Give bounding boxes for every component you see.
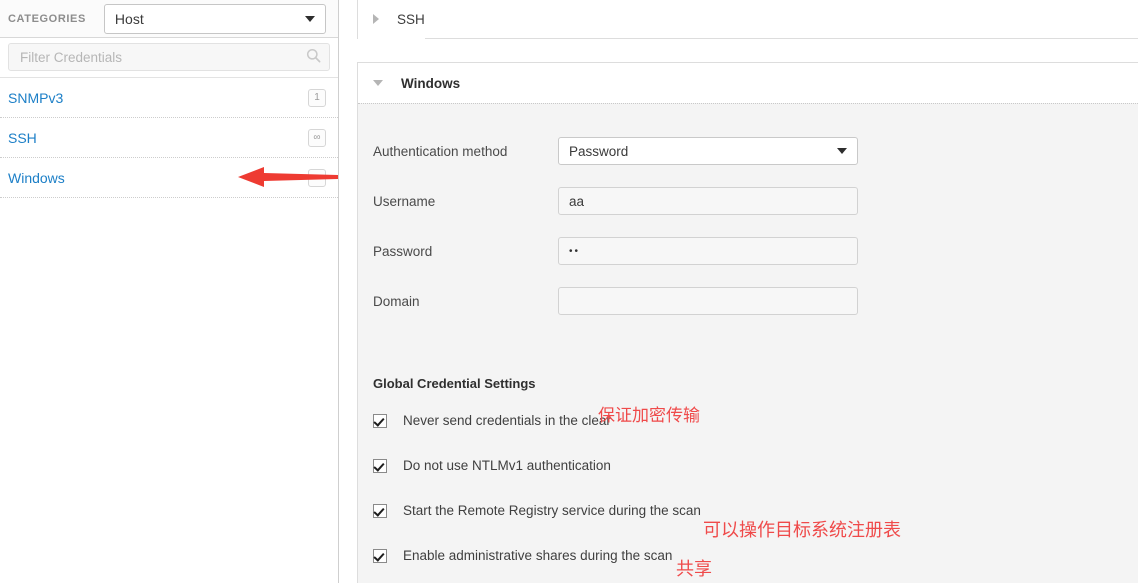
credentials-sidebar: CATEGORIES Host Filter Credentials SNMPv… — [0, 0, 339, 583]
panel-ssh-title: SSH — [397, 11, 425, 27]
credential-row-windows[interactable]: Windows ∞ — [0, 158, 338, 198]
panel-windows-header[interactable]: Windows — [358, 63, 1138, 103]
authentication-method-value: Password — [569, 143, 629, 159]
username-input[interactable]: aa — [558, 187, 858, 215]
filter-credentials-placeholder: Filter Credentials — [20, 49, 123, 65]
category-select[interactable]: Host — [103, 3, 326, 34]
row-password: Password •• — [358, 226, 1138, 276]
panel-windows: Windows Authentication method Password U… — [357, 62, 1138, 583]
credential-count-badge: ∞ — [308, 128, 326, 147]
credential-name[interactable]: SNMPv3 — [8, 90, 308, 106]
row-username: Username aa — [358, 176, 1138, 226]
option-label: Start the Remote Registry service during… — [403, 503, 701, 518]
row-authentication-method: Authentication method Password — [358, 126, 1138, 176]
credential-settings-main: SSH Windows Authentication method Passwo… — [339, 0, 1138, 583]
filter-credentials-wrap: Filter Credentials — [0, 38, 338, 78]
panel-ssh-header[interactable]: SSH — [358, 0, 425, 39]
credential-name[interactable]: Windows — [8, 170, 308, 186]
credential-row-ssh[interactable]: SSH ∞ — [0, 118, 338, 158]
username-label: Username — [373, 193, 436, 209]
credentials-screen: CATEGORIES Host Filter Credentials SNMPv… — [0, 0, 1138, 583]
credentials-list: SNMPv3 1 SSH ∞ Windows ∞ — [0, 78, 338, 198]
triangle-down-icon[interactable] — [373, 80, 383, 86]
credential-count-badge: 1 — [308, 88, 326, 107]
categories-label: CATEGORIES — [8, 12, 86, 25]
option-do-not-use-ntlmv1-authentication[interactable]: Do not use NTLMv1 authentication — [358, 443, 1138, 488]
option-never-send-credentials-in-the-clear[interactable]: Never send credentials in the clear 保证加密… — [358, 398, 1138, 443]
option-start-remote-registry-service[interactable]: Start the Remote Registry service during… — [358, 488, 1138, 540]
option-enable-administrative-shares[interactable]: Enable administrative shares during the … — [358, 533, 1138, 579]
filter-credentials-box[interactable]: Filter Credentials — [8, 43, 330, 71]
checkbox[interactable] — [373, 413, 387, 428]
panel-windows-body: Authentication method Password Username … — [358, 103, 1138, 583]
password-label: Password — [373, 243, 433, 259]
categories-bar: CATEGORIES Host — [0, 0, 338, 38]
triangle-right-icon[interactable] — [373, 14, 379, 24]
domain-input[interactable] — [558, 287, 858, 315]
category-select-value: Host — [114, 10, 144, 27]
authentication-method-label: Authentication method — [373, 143, 508, 159]
password-input[interactable]: •• — [558, 237, 858, 265]
panel-windows-title: Windows — [401, 75, 461, 91]
credential-row-snmpv3[interactable]: SNMPv3 1 — [0, 78, 338, 118]
option-label: Enable administrative shares during the … — [403, 548, 673, 563]
option-label: Do not use NTLMv1 authentication — [403, 458, 611, 473]
chevron-down-icon — [305, 15, 315, 22]
row-domain: Domain — [358, 276, 1138, 326]
password-value: •• — [569, 245, 581, 257]
search-icon — [306, 48, 321, 66]
checkbox[interactable] — [373, 503, 387, 518]
credential-name[interactable]: SSH — [8, 130, 308, 146]
annotation-note-encryption: 保证加密传输 — [598, 406, 700, 425]
chevron-down-icon — [837, 148, 847, 154]
option-label: Never send credentials in the clear — [403, 413, 611, 428]
checkbox[interactable] — [373, 548, 387, 563]
domain-label: Domain — [373, 293, 420, 309]
annotation-note-shares: 共享 — [676, 559, 712, 579]
checkbox[interactable] — [373, 458, 387, 473]
panel-ssh[interactable]: SSH — [357, 0, 1138, 39]
credential-count-badge: ∞ — [308, 168, 326, 187]
global-credential-settings-title: Global Credential Settings — [373, 376, 536, 391]
username-value: aa — [569, 193, 585, 209]
authentication-method-select[interactable]: Password — [558, 137, 858, 165]
